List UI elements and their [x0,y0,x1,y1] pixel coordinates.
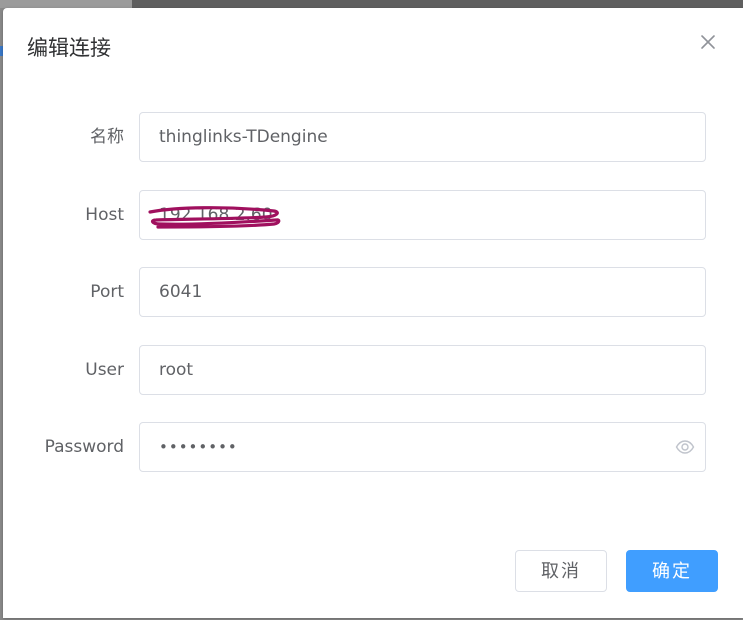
password-input[interactable] [140,423,705,471]
name-input[interactable] [140,113,705,161]
host-label: Host [85,205,124,225]
backdrop-light-area [0,0,132,8]
port-input[interactable] [140,268,705,316]
host-input[interactable] [140,191,705,239]
name-input-wrapper [139,112,706,162]
password-label: Password [44,437,124,457]
form-row-host: Host [3,190,743,240]
confirm-button[interactable]: 确定 [626,550,718,592]
form-row-port: Port [3,267,743,317]
cancel-button[interactable]: 取消 [515,550,607,592]
host-input-wrapper [139,190,706,240]
close-icon[interactable] [699,33,717,51]
user-input-wrapper [139,345,706,395]
name-label: 名称 [90,127,124,147]
dialog-title: 编辑连接 [27,36,111,60]
form-row-user: User [3,345,743,395]
port-input-wrapper [139,267,706,317]
backdrop-top-strip [0,0,743,8]
port-label: Port [90,282,124,302]
eye-icon[interactable] [675,438,695,456]
password-input-wrapper [139,422,706,472]
user-label: User [85,360,124,380]
edit-connection-dialog: 编辑连接 名称 Host Port User [3,8,743,618]
user-input[interactable] [140,346,705,394]
form-row-password: Password [3,422,743,472]
form-row-name: 名称 [3,112,743,162]
